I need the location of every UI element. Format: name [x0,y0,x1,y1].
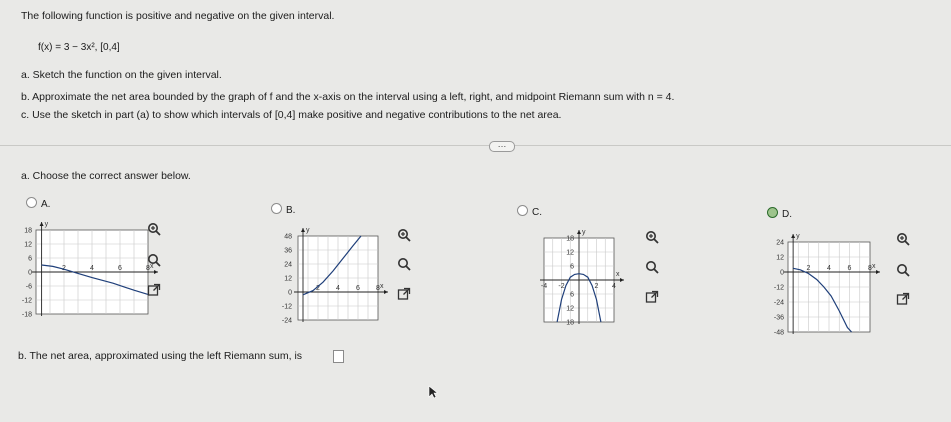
x-tick-label: -4 [541,283,547,290]
x-tick-label: 4 [90,265,94,272]
y-tick-label: 18 [566,320,574,327]
option-a-radio[interactable] [26,197,37,208]
x-tick-label: 2 [807,265,811,272]
x-axis-label: x [380,283,384,290]
x-axis-label: x [872,263,876,270]
y-axis-arrow [301,228,305,232]
y-tick-label: 0 [780,270,784,277]
y-tick-label: 0 [28,270,32,277]
y-tick-label: 12 [776,255,784,262]
x-tick-label: 4 [336,285,340,292]
option-d-graph: xy24120-12-24-36-482 4 6 8 [774,233,880,337]
x-tick-label: 4 [612,283,616,290]
x-tick-label: 2 [595,283,599,290]
part-b-instruction: b. Approximate the net area bounded by t… [21,91,675,103]
y-tick-label: 24 [284,262,292,269]
option-b[interactable]: B. [271,203,295,216]
y-tick-label: -48 [774,330,784,337]
y-tick-label: 12 [566,306,574,313]
option-b-graph: xy483624120-12-242 4 6 8 [282,227,388,325]
x-axis-label: x [616,271,620,278]
open-external-icon[interactable] [147,283,161,297]
y-tick-label: -36 [774,315,784,322]
option-d-label: D. [782,209,792,220]
x-tick-label: 6 [118,265,122,272]
zoom-in-icon[interactable] [147,222,161,236]
x-tick-label: 4 [827,265,831,272]
option-c-radio[interactable] [517,205,528,216]
option-c-graph: x y 18 12 6 6 12 18 -4 -2 2 4 [540,229,624,327]
open-external-icon[interactable] [645,290,659,304]
option-b-label: B. [286,205,296,216]
y-tick-label: -6 [26,284,32,291]
zoom-out-icon[interactable] [397,257,411,271]
y-tick-label: 6 [570,264,574,271]
y-tick-label: -24 [774,300,784,307]
function-definition: f(x) = 3 − 3x², [0,4] [38,42,120,53]
y-tick-label: -12 [282,304,292,311]
y-tick-label: 24 [776,240,784,247]
mouse-cursor-icon [428,385,438,399]
zoom-in-icon[interactable] [896,232,910,246]
y-tick-label: 12 [24,242,32,249]
part-b-answer-input[interactable] [333,350,344,363]
y-tick-label: -12 [22,298,32,305]
part-a-prompt: a. Choose the correct answer below. [21,170,191,182]
option-c[interactable]: C. [517,205,542,218]
zoom-out-icon[interactable] [147,253,161,267]
question-intro: The following function is positive and n… [21,10,335,22]
part-a-instruction: a. Sketch the function on the given inte… [21,69,222,81]
open-external-icon[interactable] [397,287,411,301]
x-tick-label: 8 [868,265,872,272]
option-c-label: C. [532,207,542,218]
x-axis-arrow [620,278,624,282]
open-external-icon[interactable] [896,292,910,306]
x-tick-label: 6 [356,285,360,292]
y-axis-label: y [306,227,310,234]
y-tick-label: 12 [566,250,574,257]
option-a-graph: xy181260-6-12-182 4 6 8 [22,221,158,319]
x-tick-label: -2 [558,283,564,290]
y-tick-label: 0 [288,290,292,297]
zoom-in-icon[interactable] [397,228,411,242]
y-tick-label: 6 [570,292,574,299]
section-divider [0,145,951,146]
y-tick-label: 6 [28,256,32,263]
zoom-in-icon[interactable] [645,230,659,244]
option-a[interactable]: A. [26,197,50,210]
y-axis-label: y [796,233,800,240]
zoom-out-icon[interactable] [896,263,910,277]
x-tick-label: 6 [848,265,852,272]
y-tick-label: 18 [566,236,574,243]
y-axis-label: y [582,229,586,236]
y-tick-label: -18 [22,312,32,319]
y-tick-label: -24 [282,318,292,325]
x-tick-label: 8 [376,285,380,292]
x-axis-arrow [154,270,158,274]
y-axis-label: y [45,221,49,228]
x-axis-arrow [384,290,388,294]
y-tick-label: 12 [284,276,292,283]
option-b-radio[interactable] [271,203,282,214]
option-d[interactable]: D. [767,207,792,220]
y-tick-label: -12 [774,285,784,292]
y-tick-label: 36 [284,248,292,255]
y-tick-label: 48 [284,234,292,241]
x-axis-arrow [876,270,880,274]
y-axis-arrow [791,234,796,238]
part-c-instruction: c. Use the sketch in part (a) to show wh… [21,109,562,121]
zoom-out-icon[interactable] [645,260,659,274]
show-more-button[interactable]: … [489,140,515,152]
y-axis-arrow [577,230,581,234]
y-axis-arrow [39,222,44,226]
y-tick-label: 18 [24,228,32,235]
part-b-prompt: b. The net area, approximated using the … [18,350,303,362]
option-a-label: A. [41,199,51,210]
option-d-radio[interactable] [767,207,778,218]
